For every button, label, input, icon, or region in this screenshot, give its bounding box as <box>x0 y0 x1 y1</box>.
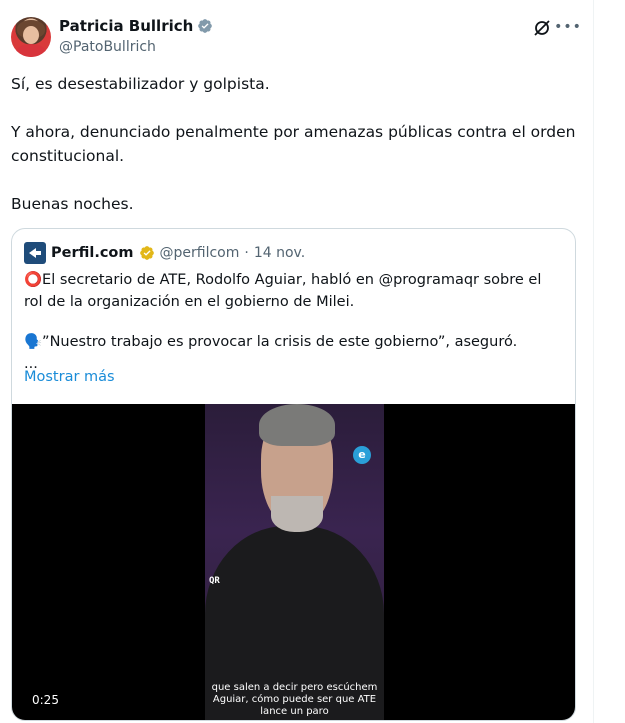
perfil-logo-icon[interactable] <box>24 242 46 264</box>
video-time: 0:25 <box>32 693 59 707</box>
subtitle-line: lance un paro <box>260 706 329 717</box>
subtitle-line: que salen a decir pero escúchem <box>211 682 378 693</box>
avatar[interactable] <box>11 17 51 57</box>
video-player[interactable]: e QR que salen a decir pero escúchem Agu… <box>12 404 575 720</box>
tweet-paragraph: Y ahora, denunciado penalmente por amena… <box>11 123 576 165</box>
qr-program-logo: QR <box>209 576 220 586</box>
author-name-row: Patricia Bullrich <box>59 17 213 35</box>
more-icon[interactable]: ••• <box>554 17 581 37</box>
verified-badge-icon <box>198 19 213 33</box>
timeline-border <box>593 0 594 723</box>
show-more-link[interactable]: Mostrar más <box>24 369 115 385</box>
quoted-tweet[interactable]: Perfil.com @perfilcom · 14 nov. ⭕El secr… <box>11 228 576 721</box>
quoted-author-name[interactable]: Perfil.com <box>51 245 134 261</box>
quoted-tweet-text: ⭕El secretario de ATE, Rodolfo Aguiar, h… <box>24 269 564 375</box>
tweet-paragraph: Buenas noches. <box>11 195 134 213</box>
quoted-tweet-header: Perfil.com @perfilcom · 14 nov. <box>24 242 305 264</box>
quoted-line: ⭕El secretario de ATE, Rodolfo Aguiar, h… <box>24 272 542 310</box>
author-handle[interactable]: @PatoBullrich <box>59 39 156 55</box>
gold-verified-badge-icon <box>139 246 154 260</box>
grok-icon[interactable] <box>532 19 552 37</box>
separator-dot: · <box>244 245 249 261</box>
subtitle-line: Aguiar, cómo puede ser que ATE <box>212 694 377 705</box>
video-subtitles: que salen a decir pero escúchem Aguiar, … <box>205 682 384 718</box>
author-display-name[interactable]: Patricia Bullrich <box>59 17 193 35</box>
quoted-author-handle[interactable]: @perfilcom <box>160 245 240 261</box>
video-frame: e QR que salen a decir pero escúchem Agu… <box>205 404 384 720</box>
quoted-line: 🗣️”Nuestro trabajo es provocar la crisis… <box>24 334 518 350</box>
tweet-paragraph: Sí, es desestabilizador y golpista. <box>11 75 270 93</box>
quoted-date[interactable]: 14 nov. <box>254 245 305 261</box>
channel-logo-icon: e <box>353 446 371 464</box>
